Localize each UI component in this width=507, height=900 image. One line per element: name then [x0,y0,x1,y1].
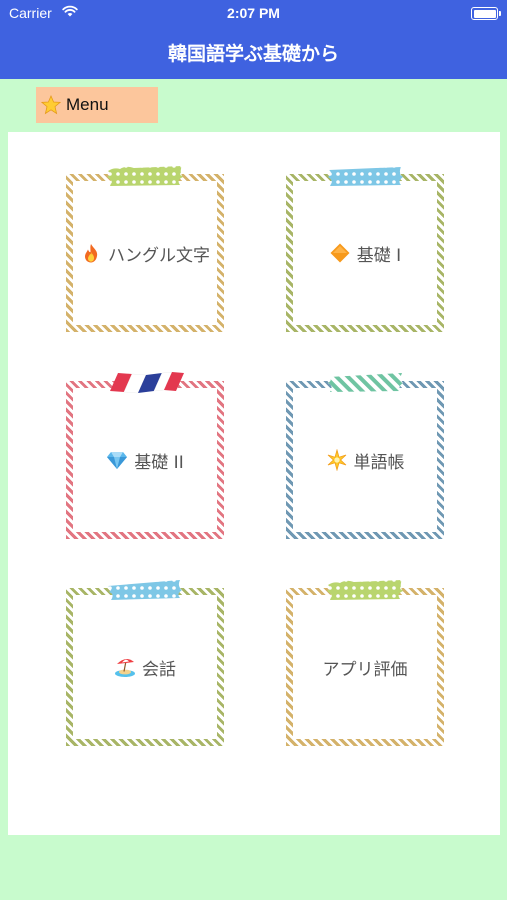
card-frame: 単語帳 [286,381,444,539]
card-conversation[interactable]: 会話 [66,580,224,746]
fire-icon [85,244,98,263]
card-frame: 基礎 I [286,174,444,332]
card-frame: 会話 [66,588,224,746]
card-vocabulary-book[interactable]: 単語帳 [286,373,444,539]
card-hangul-letters[interactable]: ハングル文字 [66,166,224,332]
blue-polka-dot-tape [108,580,182,600]
navigation-bar: 韓国語学ぶ基礎から [0,26,507,79]
card-label: 基礎 II [134,452,184,473]
card-label: 単語帳 [353,452,405,473]
blue-polka-dot-tape [328,167,403,186]
battery-icon [471,7,501,20]
sparkle-icon [327,449,346,471]
card-frame: ハングル文字 [66,174,224,332]
card-basics-1[interactable]: 基礎 I [286,167,444,332]
menu-button[interactable]: Menu [36,87,158,123]
green-polka-dot-tape [327,580,403,600]
card-label: ハングル文字 [108,245,210,266]
beach-icon [115,658,135,677]
gem-icon [107,452,128,469]
orange-diamond-icon [330,243,350,263]
card-frame: 基礎 II [66,381,224,539]
page-title: 韓国語学ぶ基礎から [167,43,339,65]
card-frame: アプリ評価 [286,588,444,746]
status-bar: Carrier 2:07 PM [0,0,507,26]
card-basics-2[interactable]: 基礎 II [66,371,224,539]
menu-button-label: Menu [66,95,109,114]
card-label: アプリ評価 [322,659,408,680]
status-time: 2:07 PM [227,5,280,21]
tricolor-tape [110,371,184,394]
green-polka-dot-tape [107,166,183,186]
card-label: 基礎 I [356,245,402,266]
green-striped-tape [328,373,403,392]
card-label: 会話 [142,659,176,680]
star-icon [41,95,61,115]
card-rate-app[interactable]: アプリ評価 [286,580,444,746]
